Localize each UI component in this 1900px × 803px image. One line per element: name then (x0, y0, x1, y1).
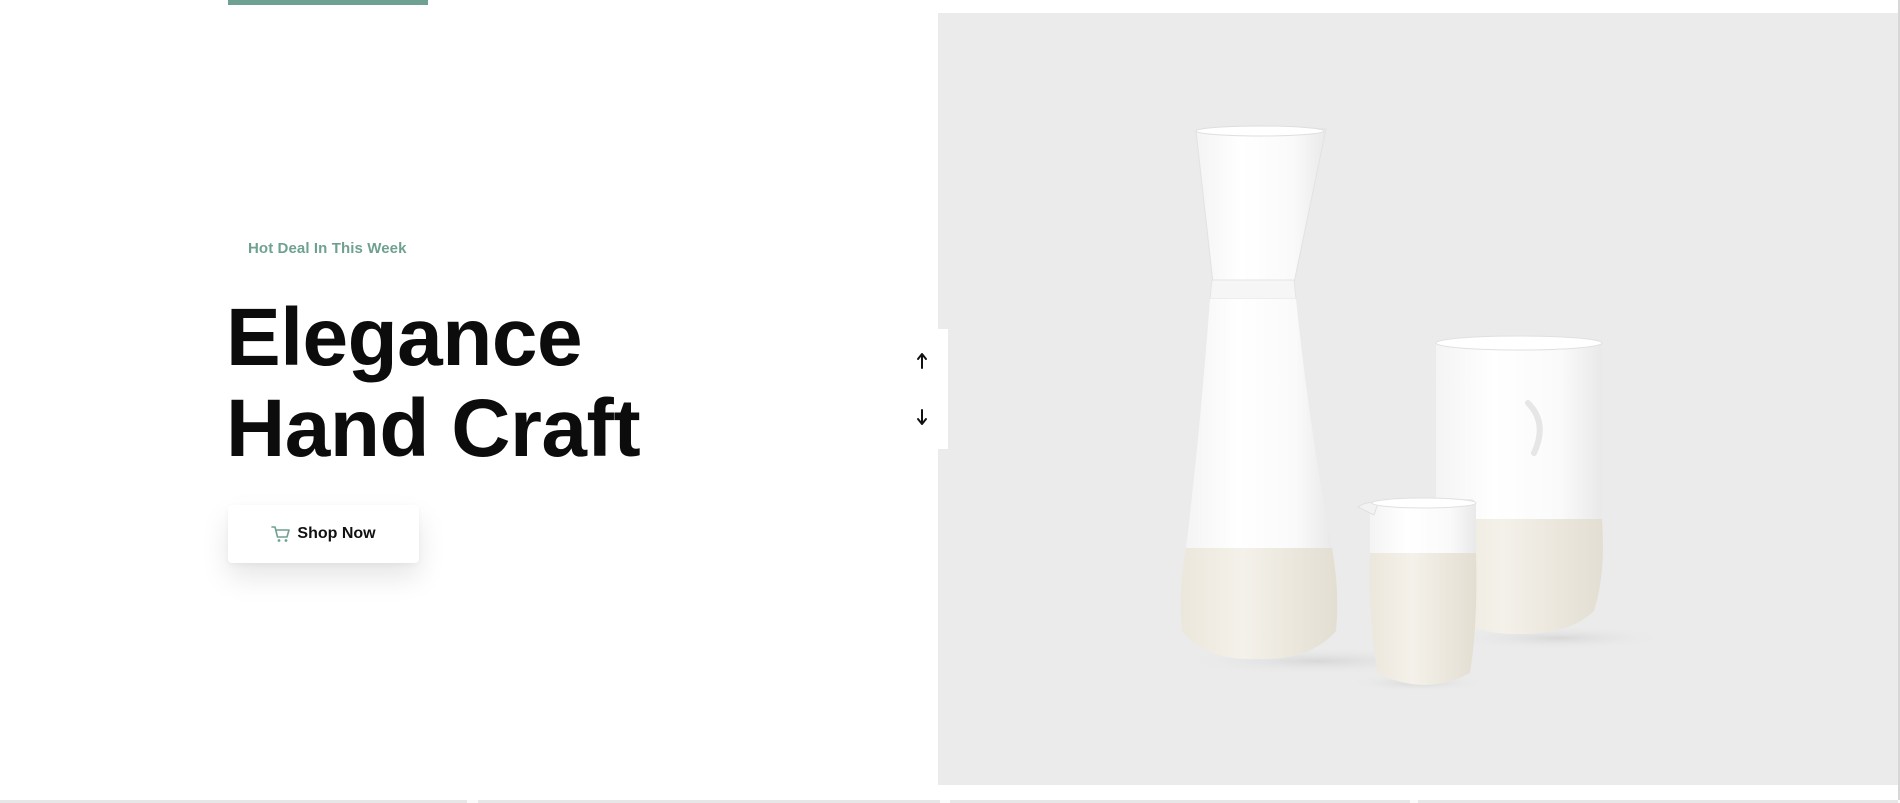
hero-kicker: Hot Deal In This Week (248, 240, 407, 257)
cart-icon (271, 525, 291, 543)
hero-page: Hot Deal In This Week Elegance Hand Craf… (0, 0, 1900, 803)
arrow-down-icon[interactable] (904, 399, 940, 435)
slider-nav (896, 329, 948, 449)
hero-headline: Elegance Hand Craft (226, 292, 641, 474)
top-accent-bar (228, 0, 428, 5)
headline-line-1: Elegance (226, 292, 583, 383)
hero-product-image (938, 13, 1900, 785)
shop-now-button[interactable]: Shop Now (228, 505, 419, 563)
arrow-up-icon[interactable] (904, 343, 940, 379)
ceramics-illustration (1178, 125, 1668, 692)
shop-now-label: Shop Now (297, 525, 376, 542)
headline-line-2: Hand Craft (226, 383, 641, 474)
